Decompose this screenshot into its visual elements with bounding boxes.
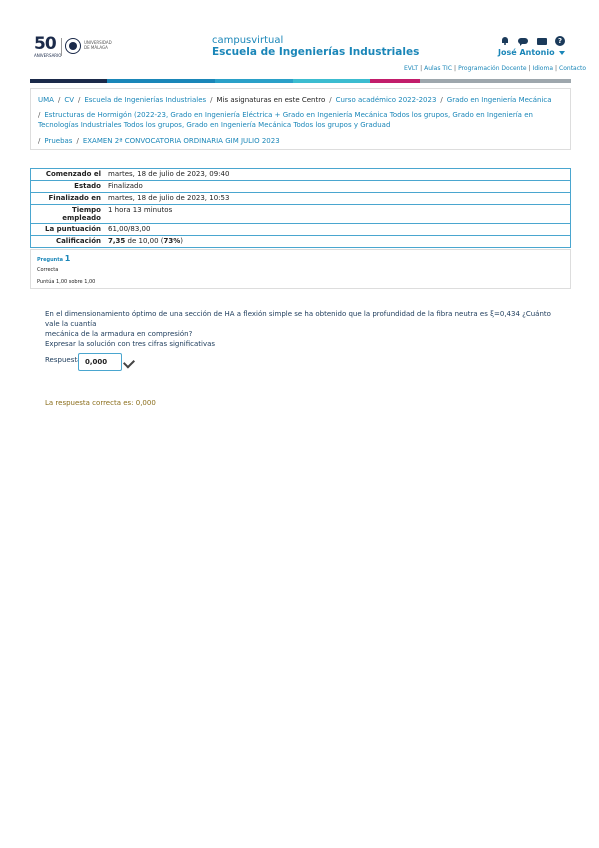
logo-university: UNIVERSIDAD DE MÁLAGA bbox=[84, 40, 112, 50]
question-text-line1: En el dimensionamiento óptimo de una sec… bbox=[45, 310, 551, 328]
mail-icon[interactable] bbox=[537, 36, 547, 46]
summary-value: 7,35 de 10,00 (73%) bbox=[104, 236, 187, 247]
grade-percent: 73% bbox=[163, 237, 181, 245]
color-bar-segment bbox=[370, 79, 421, 83]
summary-value: 1 hora 13 minutos bbox=[108, 206, 173, 214]
check-icon bbox=[122, 356, 136, 369]
table-row: Calificación 7,35 de 10,00 (73%) bbox=[31, 236, 570, 247]
link-programacion-docente[interactable]: Programación Docente bbox=[458, 65, 526, 72]
help-icon[interactable]: ? bbox=[555, 36, 565, 46]
bell-icon[interactable] bbox=[500, 36, 510, 46]
chevron-down-icon bbox=[558, 50, 565, 55]
logo-divider bbox=[61, 38, 62, 56]
top-links: EVLT | Aulas TIC | Programación Docente | Idio… bbox=[404, 65, 586, 72]
color-bar-segment bbox=[215, 79, 293, 83]
link-idioma[interactable]: Idioma bbox=[533, 65, 553, 72]
crumb-separator: / bbox=[38, 111, 41, 119]
breadcrumb-line3: / Pruebas / EXAMEN 2ª CONVOCATORIA ORDINARI… bbox=[38, 136, 566, 146]
breadcrumb-line1: UMA / CV / Escuela de Ingenierías Industrial… bbox=[38, 95, 566, 105]
crumb-escuela[interactable]: Escuela de Ingenierías Industriales bbox=[84, 96, 206, 104]
grade-value: 7,35 bbox=[108, 237, 126, 245]
answer-input[interactable]: 0,000 bbox=[78, 353, 122, 371]
question-number: Pregunta 1 bbox=[37, 254, 70, 263]
question-label: Pregunta bbox=[37, 257, 63, 263]
color-bar-segment bbox=[292, 79, 371, 83]
crumb-course[interactable]: Estructuras de Hormigón (2022-23, Grado … bbox=[38, 111, 533, 129]
summary-label: Tiempo empleado bbox=[62, 206, 101, 222]
link-aulas-tic[interactable]: Aulas TIC bbox=[424, 65, 452, 72]
site-title-line1: campusvirtual bbox=[212, 35, 284, 46]
crumb-separator: / bbox=[38, 137, 41, 145]
summary-label: Finalizado en bbox=[48, 194, 101, 202]
site-title[interactable]: campusvirtual Escuela de Ingenierías Ind… bbox=[212, 35, 419, 58]
correct-answer-feedback: La respuesta correcta es: 0,000 bbox=[45, 399, 156, 407]
user-menu[interactable]: José Antonio bbox=[498, 48, 565, 57]
crumb-separator: / bbox=[78, 96, 81, 104]
color-bar bbox=[30, 79, 571, 83]
color-bar-segment bbox=[420, 79, 571, 83]
link-separator: | bbox=[528, 65, 531, 72]
crumb-separator: / bbox=[210, 96, 213, 104]
site-title-line2: Escuela de Ingenierías Industriales bbox=[212, 46, 420, 58]
question-text: En el dimensionamiento óptimo de una sec… bbox=[45, 309, 555, 349]
breadcrumb: UMA / CV / Escuela de Ingenierías Industrial… bbox=[30, 88, 571, 150]
question-number-value: 1 bbox=[64, 254, 71, 263]
summary-value: 61,00/83,00 bbox=[108, 225, 151, 233]
link-separator: | bbox=[420, 65, 423, 72]
crumb-grado[interactable]: Grado en Ingeniería Mecánica bbox=[447, 96, 552, 104]
table-row: La puntuación 61,00/83,00 bbox=[31, 224, 570, 236]
summary-value: martes, 18 de julio de 2023, 10:53 bbox=[108, 194, 230, 202]
crumb-examen[interactable]: EXAMEN 2ª CONVOCATORIA ORDINARIA GIM JUL… bbox=[83, 137, 280, 145]
crumb-pruebas[interactable]: Pruebas bbox=[44, 137, 72, 145]
crumb-mis-asignaturas: Mis asignaturas en este Centro bbox=[216, 96, 326, 104]
crumb-curso[interactable]: Curso académico 2022-2023 bbox=[336, 96, 437, 104]
crumb-separator: / bbox=[57, 96, 61, 104]
seal-icon bbox=[65, 38, 81, 54]
question-text-line2: mecánica de la armadura en compresión? bbox=[45, 330, 193, 338]
crumb-separator: / bbox=[76, 137, 79, 145]
question-grade: Puntúa 1,00 sobre 1,00 bbox=[37, 279, 96, 285]
grade-mid: de 10,00 ( bbox=[127, 237, 164, 245]
color-bar-segment bbox=[30, 79, 108, 83]
grade-end: ) bbox=[180, 237, 183, 245]
breadcrumb-line2: / Estructuras de Hormigón (2022-23, Grado… bbox=[38, 110, 566, 130]
crumb-separator: / bbox=[329, 96, 332, 104]
crumb-uma[interactable]: UMA bbox=[38, 96, 54, 104]
question-state: Correcta bbox=[37, 267, 59, 273]
color-bar-segment bbox=[107, 79, 216, 83]
question-info: Pregunta 1 Correcta Puntúa 1,00 sobre 1,… bbox=[30, 249, 571, 289]
table-row: Comenzado el martes, 18 de julio de 2023… bbox=[31, 169, 570, 181]
summary-label: Comenzado el bbox=[45, 170, 101, 178]
user-name: José Antonio bbox=[498, 48, 555, 57]
crumb-cv[interactable]: CV bbox=[64, 96, 74, 104]
logo-subtitle: ANIVERSARIO bbox=[34, 53, 62, 58]
link-evlt[interactable]: EVLT bbox=[404, 65, 418, 72]
logo-number: 50 bbox=[34, 34, 57, 54]
table-row: Estado Finalizado bbox=[31, 181, 570, 193]
question-text-line3: Expresar la solución con tres cifras sig… bbox=[45, 340, 216, 348]
link-separator: | bbox=[555, 65, 558, 72]
university-logo[interactable]: 50 ANIVERSARIO UNIVERSIDAD DE MÁLAGA bbox=[34, 36, 112, 60]
link-contacto[interactable]: Contacto bbox=[559, 65, 586, 72]
summary-value: martes, 18 de julio de 2023, 09:40 bbox=[108, 170, 230, 178]
summary-label: Calificación bbox=[55, 237, 101, 245]
link-separator: | bbox=[454, 65, 457, 72]
summary-value: Finalizado bbox=[108, 182, 143, 190]
summary-label: La puntuación bbox=[45, 225, 101, 233]
table-row: Finalizado en martes, 18 de julio de 202… bbox=[31, 193, 570, 205]
table-row: Tiempo empleado 1 hora 13 minutos bbox=[31, 205, 570, 224]
chat-icon[interactable] bbox=[518, 36, 528, 46]
attempt-summary-table: Comenzado el martes, 18 de julio de 2023… bbox=[30, 168, 571, 248]
crumb-separator: / bbox=[440, 96, 443, 104]
summary-label: Estado bbox=[74, 182, 101, 190]
